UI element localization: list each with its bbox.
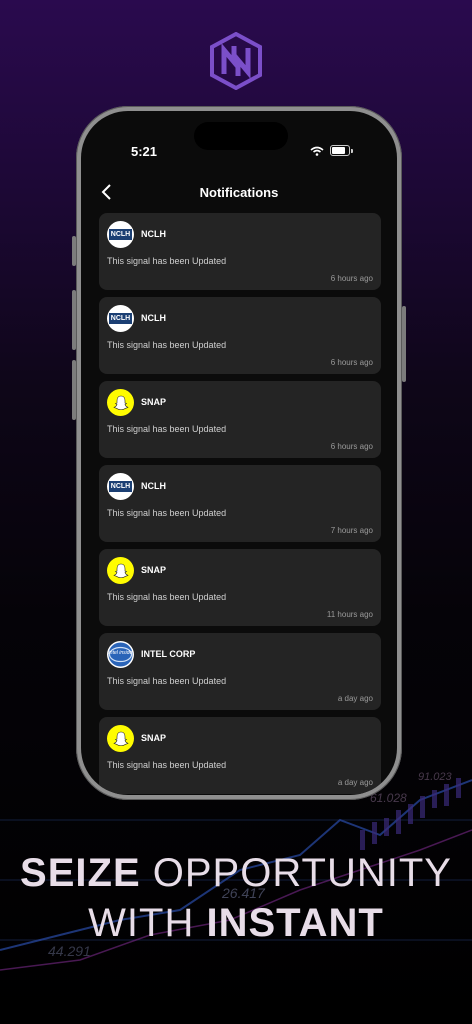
nclh-logo: NCLH bbox=[107, 305, 134, 332]
phone-screen: 5:21 Notifications NCLH NCLH This signal… bbox=[81, 111, 397, 795]
phone-volume-down bbox=[72, 360, 76, 420]
notification-message: This signal has been Updated bbox=[107, 340, 227, 350]
phone-power-button bbox=[402, 306, 406, 382]
intel-inside-icon: intel inside bbox=[108, 642, 133, 667]
brand-logo-icon bbox=[210, 32, 262, 90]
dynamic-island bbox=[194, 122, 288, 150]
nclh-logo-text: NCLH bbox=[108, 481, 133, 492]
notification-card[interactable]: SNAP This signal has been Updated 11 hou… bbox=[99, 549, 381, 626]
notification-ticker: SNAP bbox=[141, 733, 167, 743]
notification-card[interactable]: NCLH NCLH This signal has been Updated 6… bbox=[99, 213, 381, 290]
nclh-logo-text: NCLH bbox=[108, 313, 133, 324]
snapchat-ghost-logo bbox=[107, 725, 134, 752]
notification-ticker: INTEL CORP bbox=[141, 649, 196, 659]
notification-message: This signal has been Updated bbox=[107, 508, 227, 518]
snapchat-ghost-logo bbox=[107, 557, 134, 584]
ghost-icon bbox=[112, 395, 129, 410]
tagline-text: OPPORTUNITY bbox=[140, 851, 452, 895]
notification-ticker: NCLH bbox=[141, 229, 166, 239]
notification-message: This signal has been Updated bbox=[107, 760, 227, 770]
snapchat-ghost-logo bbox=[107, 389, 134, 416]
notification-time: 6 hours ago bbox=[330, 274, 373, 283]
notification-time: 6 hours ago bbox=[330, 358, 373, 367]
notification-time: 6 hours ago bbox=[330, 442, 373, 451]
notification-ticker: NCLH bbox=[141, 481, 166, 491]
notification-list: NCLH NCLH This signal has been Updated 6… bbox=[99, 213, 381, 795]
notification-ticker: SNAP bbox=[141, 565, 167, 575]
notification-ticker: NCLH bbox=[141, 313, 166, 323]
intel-logo-text: intel inside bbox=[109, 650, 133, 656]
tagline-text: WITH bbox=[88, 901, 207, 945]
ghost-icon bbox=[112, 563, 129, 578]
tagline-bold-word: INSTANT bbox=[206, 901, 384, 945]
phone-volume-up bbox=[72, 290, 76, 350]
page-title: Notifications bbox=[199, 185, 279, 200]
battery-icon bbox=[330, 145, 350, 156]
nclh-logo: NCLH bbox=[107, 473, 134, 500]
tagline-line-2: WITH INSTANT bbox=[0, 900, 472, 946]
bg-number-4: 91.023 bbox=[418, 771, 453, 783]
notification-message: This signal has been Updated bbox=[107, 676, 227, 686]
notification-card[interactable]: SNAP This signal has been Updated 6 hour… bbox=[99, 381, 381, 458]
notification-card[interactable]: SNAP This signal has been Updated a day … bbox=[99, 717, 381, 794]
wifi-icon bbox=[310, 146, 324, 156]
nclh-logo: NCLH bbox=[107, 221, 134, 248]
phone-mockup: 5:21 Notifications NCLH NCLH This signal… bbox=[72, 106, 406, 800]
notification-card[interactable]: NCLH NCLH This signal has been Updated 7… bbox=[99, 465, 381, 542]
notification-time: a day ago bbox=[337, 694, 373, 703]
intel-logo: intel inside bbox=[107, 641, 134, 668]
notification-message: This signal has been Updated bbox=[107, 592, 227, 602]
notification-card[interactable]: intel inside INTEL CORP This signal has … bbox=[99, 633, 381, 710]
notification-time: a day ago bbox=[337, 778, 373, 787]
notification-message: This signal has been Updated bbox=[107, 256, 227, 266]
status-icons bbox=[310, 145, 353, 156]
notification-card[interactable]: NCLH NCLH This signal has been Updated 6… bbox=[99, 297, 381, 374]
battery-tip bbox=[351, 148, 353, 153]
phone-side-button bbox=[72, 236, 76, 266]
notification-time: 7 hours ago bbox=[330, 526, 373, 535]
notification-message: This signal has been Updated bbox=[107, 424, 227, 434]
tagline-line-1: SEIZE OPPORTUNITY bbox=[0, 850, 472, 896]
nclh-logo-text: NCLH bbox=[108, 229, 133, 240]
notification-time: 11 hours ago bbox=[326, 610, 373, 619]
notification-ticker: SNAP bbox=[141, 397, 167, 407]
status-time: 5:21 bbox=[131, 144, 158, 159]
ghost-icon bbox=[112, 731, 129, 746]
tagline-bold-word: SEIZE bbox=[20, 851, 141, 895]
